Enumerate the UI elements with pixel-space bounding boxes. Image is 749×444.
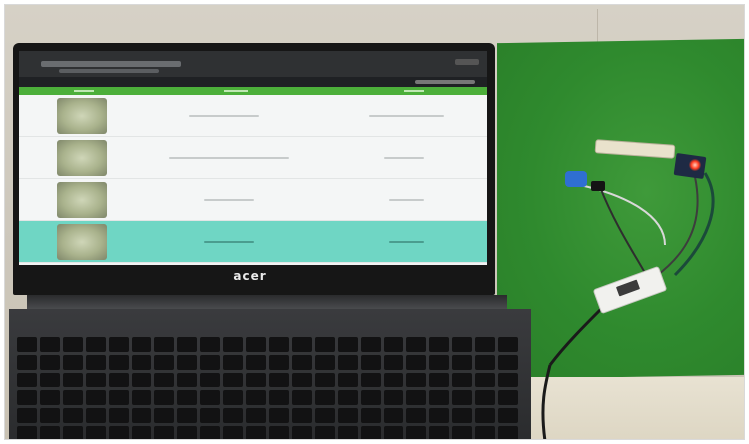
black-sensor-module bbox=[591, 181, 605, 191]
photo: acer bbox=[4, 4, 745, 440]
blue-sensor-module bbox=[565, 171, 587, 187]
led-indicator bbox=[689, 159, 701, 171]
sensor-wires bbox=[541, 172, 715, 439]
